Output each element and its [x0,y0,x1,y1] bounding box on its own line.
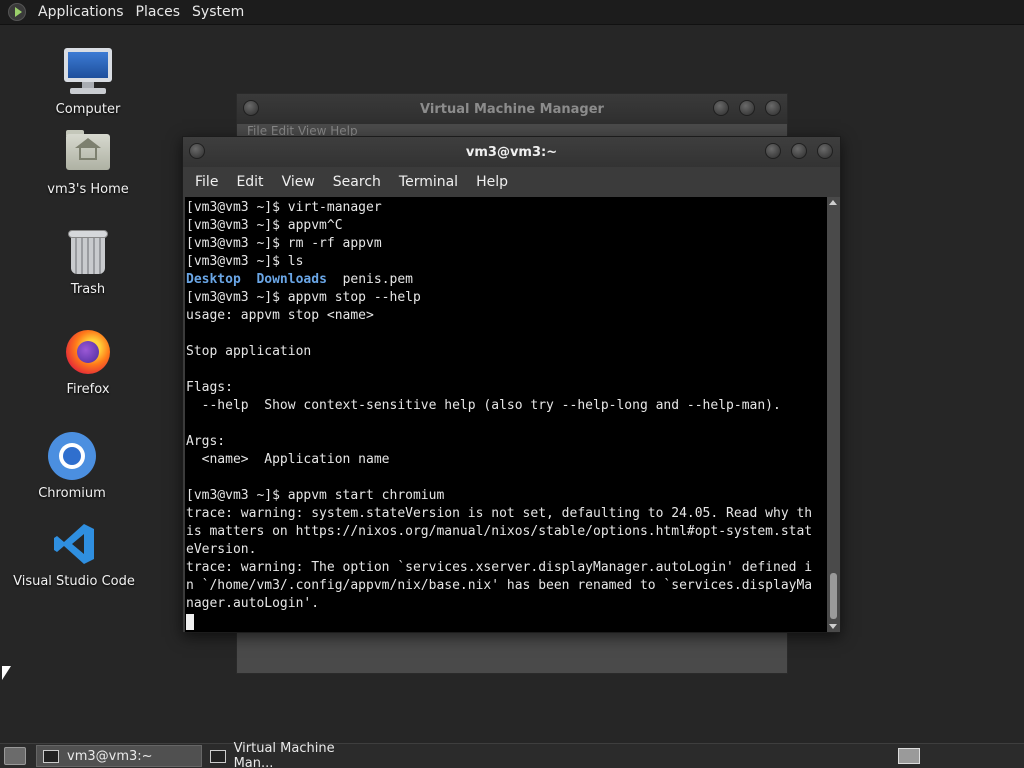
terminal-line: trace: warning: system.stateVersion is n… [186,506,813,521]
terminal-line: trace: warning: The option `services.xse… [186,560,813,575]
terminal-line: Flags: [186,380,233,395]
taskbar-item-label: vm3@vm3:~ [67,748,153,764]
terminal-scrollbar[interactable] [827,197,840,632]
menu-help[interactable]: Help [470,174,516,190]
desktop-icon-label: Firefox [66,382,110,397]
terminal-line: Stop application [186,344,312,359]
terminal-output[interactable]: [vm3@vm3 ~]$ virt-manager [vm3@vm3 ~]$ a… [185,197,827,632]
vmm-icon [210,749,226,763]
scrollbar-thumb[interactable] [830,573,837,619]
terminal-line: [vm3@vm3 ~]$ virt-manager [186,200,382,215]
terminal-line: eVersion. [186,542,257,557]
desktop-icon-vscode[interactable]: Visual Studio Code [9,518,139,589]
vscode-icon [48,518,100,570]
maximize-icon[interactable] [791,143,807,159]
desktop-icon-label: Computer [55,102,121,117]
terminal-line: [vm3@vm3 ~]$ rm -rf appvm [186,236,382,251]
show-desktop-button[interactable] [4,747,26,765]
taskbar-item-label: Virtual Machine Man... [233,741,335,768]
menu-view[interactable]: View [276,174,323,190]
terminal-cursor [186,613,194,630]
mouse-pointer-icon [2,666,11,680]
desktop-icon-chromium[interactable]: Chromium [7,430,137,501]
terminal-line: [vm3@vm3 ~]$ appvm^C [186,218,343,233]
home-folder-icon [62,126,114,178]
window-menu-icon[interactable] [189,143,205,159]
taskbar: vm3@vm3:~ Virtual Machine Man... [0,741,1024,768]
vmm-titlebar[interactable]: Virtual Machine Manager [237,94,787,124]
terminal-menubar: File Edit View Search Terminal Help [183,167,840,197]
terminal-line: [vm3@vm3 ~]$ ls [186,254,304,269]
desktop-icon-home[interactable]: vm3's Home [23,126,153,197]
system-menu[interactable]: System [186,4,250,20]
terminal-line: usage: appvm stop <name> [186,308,374,323]
terminal-prompt-line [186,613,827,631]
terminal-window[interactable]: vm3@vm3:~ File Edit View Search Terminal… [182,136,841,633]
taskbar-item-terminal[interactable]: vm3@vm3:~ [36,745,202,767]
desktop-icon-trash[interactable]: Trash [23,226,153,297]
desktop-icon-label: Visual Studio Code [13,574,135,589]
menu-terminal[interactable]: Terminal [393,174,466,190]
ls-output-line: Desktop Downloads penis.pem [186,271,827,289]
ls-dir-desktop: Desktop [186,272,241,287]
terminal-window-title: vm3@vm3:~ [465,144,558,160]
desktop-icon-label: vm3's Home [47,182,129,197]
terminal-titlebar[interactable]: vm3@vm3:~ [183,137,840,167]
terminal-icon [43,749,59,763]
close-icon[interactable] [817,143,833,159]
menu-logo-icon[interactable] [8,3,26,21]
terminal-line: [vm3@vm3 ~]$ appvm start chromium [186,488,445,503]
terminal-line: <name> Application name [186,452,390,467]
top-panel: Applications Places System [0,0,1024,25]
desktop-icon-firefox[interactable]: Firefox [23,326,153,397]
desktop-icon-label: Chromium [38,486,106,501]
window-menu-icon[interactable] [243,100,259,116]
trash-icon [62,226,114,278]
maximize-icon[interactable] [739,100,755,116]
chromium-icon [46,430,98,482]
vmm-window-title: Virtual Machine Manager [420,101,604,117]
menu-edit[interactable]: Edit [230,174,271,190]
ls-file: penis.pem [342,272,414,287]
terminal-line: n `/home/vm3/.config/appvm/nix/base.nix'… [186,578,813,593]
terminal-line: nager.autoLogin'. [186,596,320,611]
minimize-icon[interactable] [713,100,729,116]
desktop-icon-computer[interactable]: Computer [23,46,153,117]
terminal-line: Args: [186,434,226,449]
scroll-down-icon[interactable] [829,624,837,629]
taskbar-item-vmm[interactable]: Virtual Machine Man... [204,741,380,768]
firefox-icon [62,326,114,378]
terminal-line: [vm3@vm3 ~]$ appvm stop --help [186,290,421,305]
scroll-up-icon[interactable] [829,200,837,205]
menu-search[interactable]: Search [327,174,389,190]
computer-icon [62,46,114,98]
applications-menu[interactable]: Applications [32,4,130,20]
menu-file[interactable]: File [189,174,226,190]
terminal-line: is matters on https://nixos.org/manual/n… [186,524,813,539]
places-menu[interactable]: Places [130,4,187,20]
workspace-switcher-button[interactable] [898,748,920,764]
minimize-icon[interactable] [765,143,781,159]
close-icon[interactable] [765,100,781,116]
desktop-icon-label: Trash [70,282,106,297]
terminal-line: --help Show context-sensitive help (also… [186,398,781,413]
ls-dir-downloads: Downloads [256,272,327,287]
